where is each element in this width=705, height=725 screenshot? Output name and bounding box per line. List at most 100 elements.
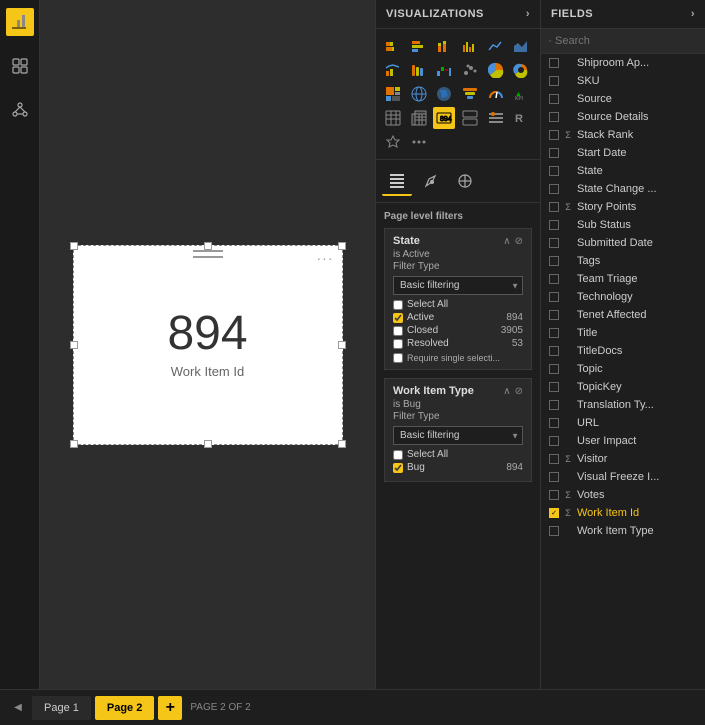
pie-icon[interactable]: [485, 59, 507, 81]
field-checkbox[interactable]: [549, 526, 559, 536]
page-add-button[interactable]: +: [158, 696, 182, 720]
field-checkbox[interactable]: [549, 364, 559, 374]
field-item-sub-status[interactable]: Sub Status: [541, 216, 705, 234]
field-checkbox[interactable]: [549, 256, 559, 266]
gauge-icon[interactable]: [485, 83, 507, 105]
stacked-column-icon[interactable]: [433, 35, 455, 57]
field-item-sku[interactable]: SKU: [541, 72, 705, 90]
field-checkbox[interactable]: [549, 472, 559, 482]
r-visual-icon[interactable]: R: [510, 107, 532, 129]
field-item-start-date[interactable]: Start Date: [541, 144, 705, 162]
ribbon-icon[interactable]: [408, 59, 430, 81]
model-icon[interactable]: [6, 96, 34, 124]
filter-checkbox-select-all-2[interactable]: [393, 450, 403, 460]
handle-br[interactable]: [338, 440, 346, 448]
slicer-icon[interactable]: [485, 107, 507, 129]
field-checkbox[interactable]: [549, 238, 559, 248]
field-checkbox[interactable]: [549, 58, 559, 68]
field-checkbox[interactable]: [549, 76, 559, 86]
field-checkbox[interactable]: [549, 490, 559, 500]
require-single-checkbox[interactable]: [393, 353, 403, 363]
kpi-icon[interactable]: ▲KPI: [510, 83, 532, 105]
field-checkbox[interactable]: [549, 292, 559, 302]
page-prev-arrow[interactable]: ◀: [8, 698, 28, 718]
page-tab-2[interactable]: Page 2: [95, 696, 154, 720]
field-item-story-points[interactable]: ΣStory Points: [541, 198, 705, 216]
filter-checkbox-active[interactable]: [393, 313, 403, 323]
state-filter-clear[interactable]: ⊘: [515, 236, 523, 247]
map-icon[interactable]: [408, 83, 430, 105]
more-visuals-icon[interactable]: [408, 131, 430, 153]
filter-checkbox-resolved[interactable]: [393, 339, 403, 349]
fields-tool[interactable]: [382, 166, 412, 196]
clustered-bar-icon[interactable]: [408, 35, 430, 57]
area-chart-icon[interactable]: [510, 35, 532, 57]
card-icon[interactable]: 894: [433, 107, 455, 129]
multi-row-card-icon[interactable]: [459, 107, 481, 129]
handle-bl[interactable]: [70, 440, 78, 448]
matrix-icon[interactable]: [408, 107, 430, 129]
field-item-source[interactable]: Source: [541, 90, 705, 108]
field-checkbox[interactable]: [549, 346, 559, 356]
field-item-tags[interactable]: Tags: [541, 252, 705, 270]
field-item-votes[interactable]: ΣVotes: [541, 486, 705, 504]
field-checkbox[interactable]: [549, 418, 559, 428]
handle-ml[interactable]: [70, 341, 78, 349]
format-tool[interactable]: [416, 166, 446, 196]
treemap-icon[interactable]: [382, 83, 404, 105]
funnel-icon[interactable]: [459, 83, 481, 105]
field-item-work-item-type[interactable]: Work Item Type: [541, 522, 705, 540]
filled-map-icon[interactable]: [433, 83, 455, 105]
data-icon[interactable]: [6, 52, 34, 80]
field-checkbox[interactable]: [549, 382, 559, 392]
custom-visual-icon[interactable]: [382, 131, 404, 153]
field-checkbox[interactable]: [549, 274, 559, 284]
field-checkbox[interactable]: [549, 166, 559, 176]
work-item-type-filter-type-select[interactable]: Basic filtering Advanced filtering: [393, 426, 523, 445]
field-checkbox[interactable]: [549, 94, 559, 104]
field-checkbox[interactable]: [549, 202, 559, 212]
waterfall-icon[interactable]: [433, 59, 455, 81]
field-checkbox[interactable]: [549, 400, 559, 410]
work-item-type-filter-clear[interactable]: ⊘: [515, 386, 523, 397]
field-item-source-details[interactable]: Source Details: [541, 108, 705, 126]
field-checkbox[interactable]: [549, 112, 559, 122]
clustered-column-icon[interactable]: [459, 35, 481, 57]
line-stacked-icon[interactable]: [382, 59, 404, 81]
work-item-type-filter-collapse[interactable]: ∧: [503, 386, 510, 397]
field-item-stack-rank[interactable]: ΣStack Rank: [541, 126, 705, 144]
filter-checkbox-closed[interactable]: [393, 326, 403, 336]
handle-bm[interactable]: [204, 440, 212, 448]
field-checkbox[interactable]: [549, 184, 559, 194]
canvas-page[interactable]: ··· 894 Work Item Id: [73, 245, 343, 445]
field-item-topic[interactable]: Topic: [541, 360, 705, 378]
canvas-options[interactable]: ···: [317, 250, 334, 266]
fields-search-input[interactable]: [555, 35, 697, 47]
scatter-icon[interactable]: [459, 59, 481, 81]
field-checkbox[interactable]: [549, 454, 559, 464]
field-item-visual-freeze-i---[interactable]: Visual Freeze I...: [541, 468, 705, 486]
field-checkbox[interactable]: [549, 130, 559, 140]
fields-expand-icon[interactable]: ›: [691, 8, 695, 20]
handle-tl[interactable]: [70, 242, 78, 250]
report-icon[interactable]: [6, 8, 34, 36]
field-checkbox[interactable]: [549, 148, 559, 158]
page-tab-1[interactable]: Page 1: [32, 696, 91, 720]
field-item-visitor[interactable]: ΣVisitor: [541, 450, 705, 468]
filter-checkbox-select-all[interactable]: [393, 300, 403, 310]
field-checkbox[interactable]: [549, 508, 559, 518]
field-item-shiproom-ap---[interactable]: Shiproom Ap...: [541, 54, 705, 72]
field-checkbox[interactable]: [549, 310, 559, 320]
field-item-topickey[interactable]: TopicKey: [541, 378, 705, 396]
field-item-titledocs[interactable]: TitleDocs: [541, 342, 705, 360]
field-checkbox[interactable]: [549, 328, 559, 338]
field-item-url[interactable]: URL: [541, 414, 705, 432]
state-filter-collapse[interactable]: ∧: [503, 236, 510, 247]
field-item-team-triage[interactable]: Team Triage: [541, 270, 705, 288]
stacked-bar-icon[interactable]: [382, 35, 404, 57]
handle-tm[interactable]: [204, 242, 212, 250]
donut-icon[interactable]: [510, 59, 532, 81]
field-checkbox[interactable]: [549, 220, 559, 230]
table-icon[interactable]: [382, 107, 404, 129]
state-filter-type-select[interactable]: Basic filtering Advanced filtering: [393, 276, 523, 295]
